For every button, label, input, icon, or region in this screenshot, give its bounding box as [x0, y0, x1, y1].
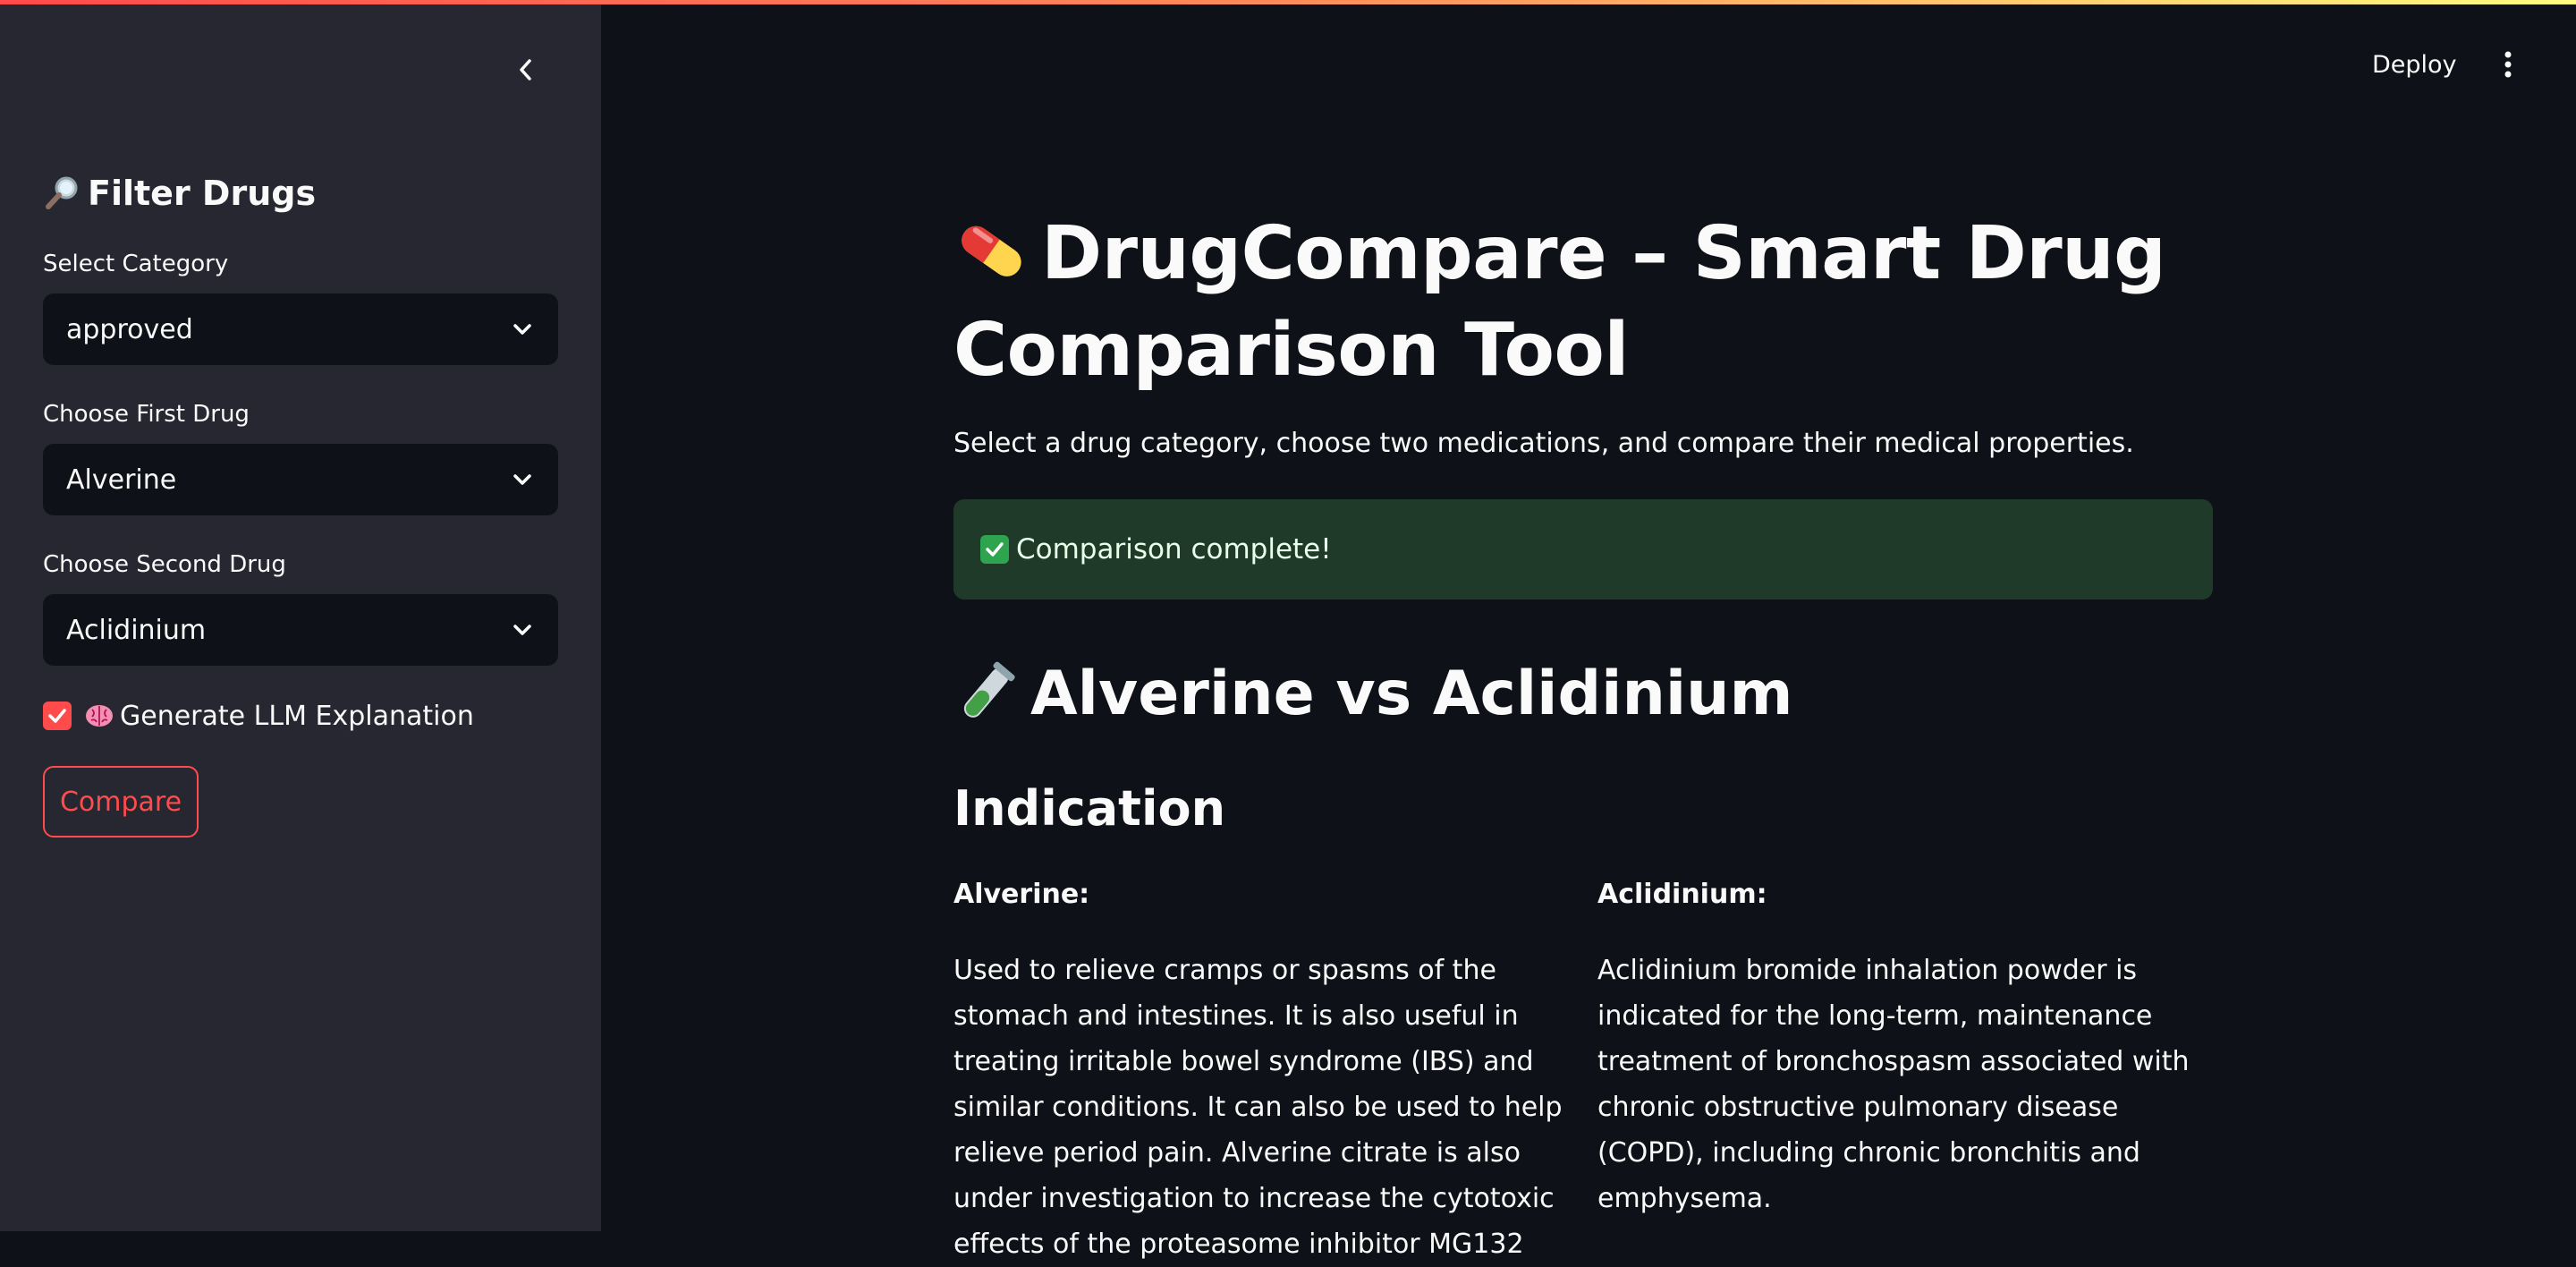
second-drug-value: Aclidinium: [66, 614, 207, 646]
indication-heading: Indication: [953, 780, 1226, 837]
pill-icon: [962, 225, 1021, 276]
success-alert: Comparison complete!: [953, 499, 2213, 599]
category-select[interactable]: approved: [43, 293, 558, 365]
magnifier-icon: [46, 176, 78, 209]
test-tube-icon: [963, 661, 1015, 718]
success-message: Comparison complete!: [1016, 533, 1332, 565]
comparison-heading: Alverine vs Aclidinium: [953, 653, 1792, 734]
page-title: DrugCompare – Smart Drug Comparison Tool: [953, 206, 2215, 399]
left-drug-name: Alverine:: [953, 879, 1090, 910]
sidebar-title: Filter Drugs: [43, 166, 316, 220]
sidebar: Filter Drugs Select Category approved Ch…: [0, 0, 601, 1231]
second-drug-select[interactable]: Aclidinium: [43, 594, 558, 666]
llm-explanation-checkbox-row[interactable]: Generate LLM Explanation: [43, 698, 474, 734]
right-drug-indication: Aclidinium bromide inhalation powder is …: [1597, 955, 2190, 1214]
right-drug-name: Aclidinium:: [1597, 879, 1767, 910]
first-drug-label: Choose First Drug: [43, 401, 250, 428]
top-accent-bar: [0, 0, 2576, 4]
brain-icon: [86, 705, 113, 727]
first-drug-select[interactable]: Alverine: [43, 444, 558, 515]
sidebar-title-text: Filter Drugs: [88, 174, 317, 213]
deploy-button[interactable]: Deploy: [2372, 45, 2457, 84]
right-drug-column: Aclidinium: Aclidinium bromide inhalatio…: [1597, 879, 2224, 1221]
check-mark-button-icon: [980, 535, 1009, 564]
llm-explanation-label: Generate LLM Explanation: [120, 700, 474, 732]
comparison-heading-text: Alverine vs Aclidinium: [1030, 658, 1793, 729]
chevron-left-icon: [520, 59, 531, 81]
compare-button[interactable]: Compare: [43, 766, 199, 838]
category-label: Select Category: [43, 251, 229, 277]
first-drug-value: Alverine: [66, 463, 177, 496]
collapse-sidebar-button[interactable]: [512, 55, 540, 84]
chevron-down-icon: [510, 317, 535, 342]
checkmark-icon: [48, 709, 66, 723]
left-drug-column: Alverine: Used to relieve cramps or spas…: [953, 879, 1580, 1267]
page-subtitle: Select a drug category, choose two medic…: [953, 428, 2134, 459]
left-drug-indication: Used to relieve cramps or spasms of the …: [953, 955, 1563, 1260]
category-value: approved: [66, 313, 193, 345]
more-vertical-icon: [2504, 51, 2512, 78]
main-menu-button[interactable]: [2492, 45, 2524, 84]
llm-explanation-checkbox[interactable]: [43, 702, 72, 730]
chevron-down-icon: [510, 617, 535, 642]
chevron-down-icon: [510, 467, 535, 492]
second-drug-label: Choose Second Drug: [43, 551, 286, 578]
page-title-text: DrugCompare – Smart Drug Comparison Tool: [953, 211, 2166, 393]
